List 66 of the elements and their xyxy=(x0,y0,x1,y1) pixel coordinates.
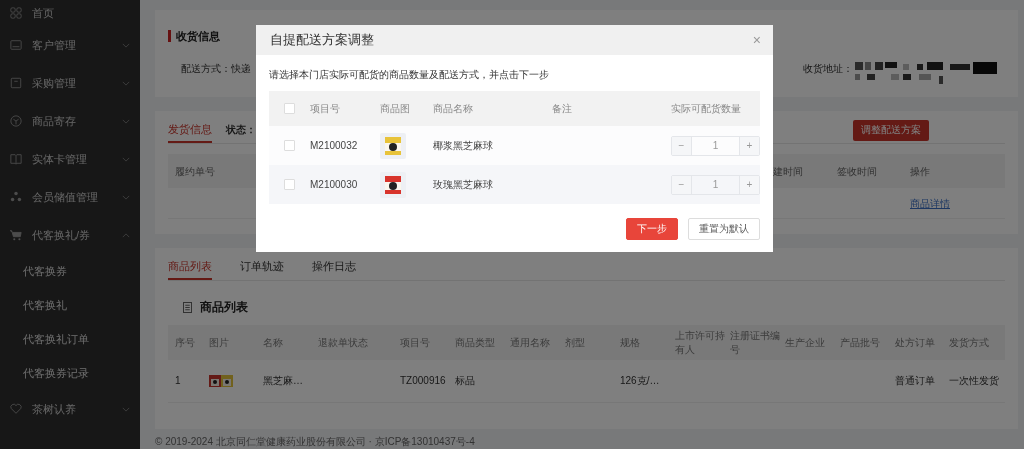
sidebar-item[interactable]: 首页 xyxy=(0,0,140,26)
sidebar-subitem[interactable]: 代客换券 xyxy=(0,254,140,288)
chevron-down-icon xyxy=(122,156,130,162)
chevron-down-icon xyxy=(122,118,130,124)
sidebar-item[interactable]: 代客换礼/券 xyxy=(0,216,140,254)
status-label: 状态： xyxy=(226,123,256,138)
sidebar-item[interactable]: 采购管理 xyxy=(0,64,140,102)
chevron-down-icon xyxy=(122,42,130,48)
chevron-down-icon xyxy=(122,80,130,86)
table-cell: 普通订单 xyxy=(895,375,935,387)
product-details-link[interactable]: 商品详情 xyxy=(910,197,950,212)
people-icon xyxy=(10,191,22,203)
sidebar-subitem[interactable]: 代客换券记录 xyxy=(0,356,140,390)
grid-icon xyxy=(10,7,22,19)
table-cell: TZ000916 xyxy=(400,375,446,387)
column-header: 备注 xyxy=(552,102,572,114)
decrement-button[interactable]: − xyxy=(672,136,691,155)
column-header: 建时间 xyxy=(773,165,803,180)
increment-button[interactable]: + xyxy=(740,136,759,155)
table-cell: 126克/… xyxy=(620,375,660,387)
column-header: 实际可配货数量 xyxy=(671,102,741,114)
chevron-down-icon xyxy=(122,406,130,412)
sidebar-item[interactable]: 会员储值管理 xyxy=(0,178,140,216)
select-all-checkbox[interactable] xyxy=(284,103,295,114)
table-cell: 标品 xyxy=(455,375,475,387)
sidebar-item[interactable]: 实体卡管理 xyxy=(0,140,140,178)
book-icon xyxy=(10,153,22,165)
tab[interactable]: 订单轨迹 xyxy=(240,254,284,281)
table-cell: 黑芝麻… xyxy=(263,375,303,387)
section-title: 商品列表 xyxy=(200,298,248,316)
chevron-down-icon xyxy=(122,194,130,200)
quantity-stepper[interactable]: − 1 + xyxy=(671,135,760,156)
sidebar-subitem[interactable]: 代客换礼订单 xyxy=(0,322,140,356)
delivery-method: 配送方式：快递 xyxy=(181,62,251,76)
table-cell: 玫瑰黑芝麻球 xyxy=(433,178,493,190)
box-icon xyxy=(10,77,22,89)
column-header: 商品名称 xyxy=(433,102,473,114)
adjust-delivery-button[interactable]: 调整配送方案 xyxy=(853,119,929,141)
table-cell: M2100030 xyxy=(310,179,358,190)
row-checkbox[interactable] xyxy=(284,140,295,151)
cart-icon xyxy=(10,229,22,241)
tab[interactable]: 发货信息 xyxy=(168,117,212,144)
column-header: 项目号 xyxy=(310,102,340,114)
sidebar-item[interactable]: 茶树认养 xyxy=(0,390,140,428)
address-label: 收货地址： xyxy=(803,62,853,76)
column-header: 操作 xyxy=(910,165,930,180)
table-cell: 1 xyxy=(175,375,181,387)
heart-icon xyxy=(10,403,22,415)
tab[interactable]: 操作日志 xyxy=(312,254,356,281)
tab[interactable]: 商品列表 xyxy=(168,254,212,281)
row-checkbox[interactable] xyxy=(284,179,295,190)
next-step-button[interactable]: 下一步 xyxy=(626,218,678,240)
column-header: 规格 xyxy=(620,335,641,350)
envelope-icon xyxy=(10,39,22,51)
reset-button[interactable]: 重置为默认 xyxy=(688,218,760,240)
document-icon xyxy=(183,301,192,313)
table-cell: 椰浆黑芝麻球 xyxy=(433,139,493,151)
instruction-text: 请选择本门店实际可配货的商品数量及配送方式，并点击下一步 xyxy=(269,68,549,82)
sidebar-item[interactable]: 客户管理 xyxy=(0,26,140,64)
sidebar-subitem[interactable]: 代客换礼 xyxy=(0,288,140,322)
quantity-stepper[interactable]: − 1 + xyxy=(671,174,760,195)
column-header: 商品图 xyxy=(380,102,410,114)
sidebar-item[interactable]: 商品寄存 xyxy=(0,102,140,140)
chevron-up-icon xyxy=(122,232,130,238)
cube-icon xyxy=(10,115,22,127)
table-cell: M2100032 xyxy=(310,140,358,151)
